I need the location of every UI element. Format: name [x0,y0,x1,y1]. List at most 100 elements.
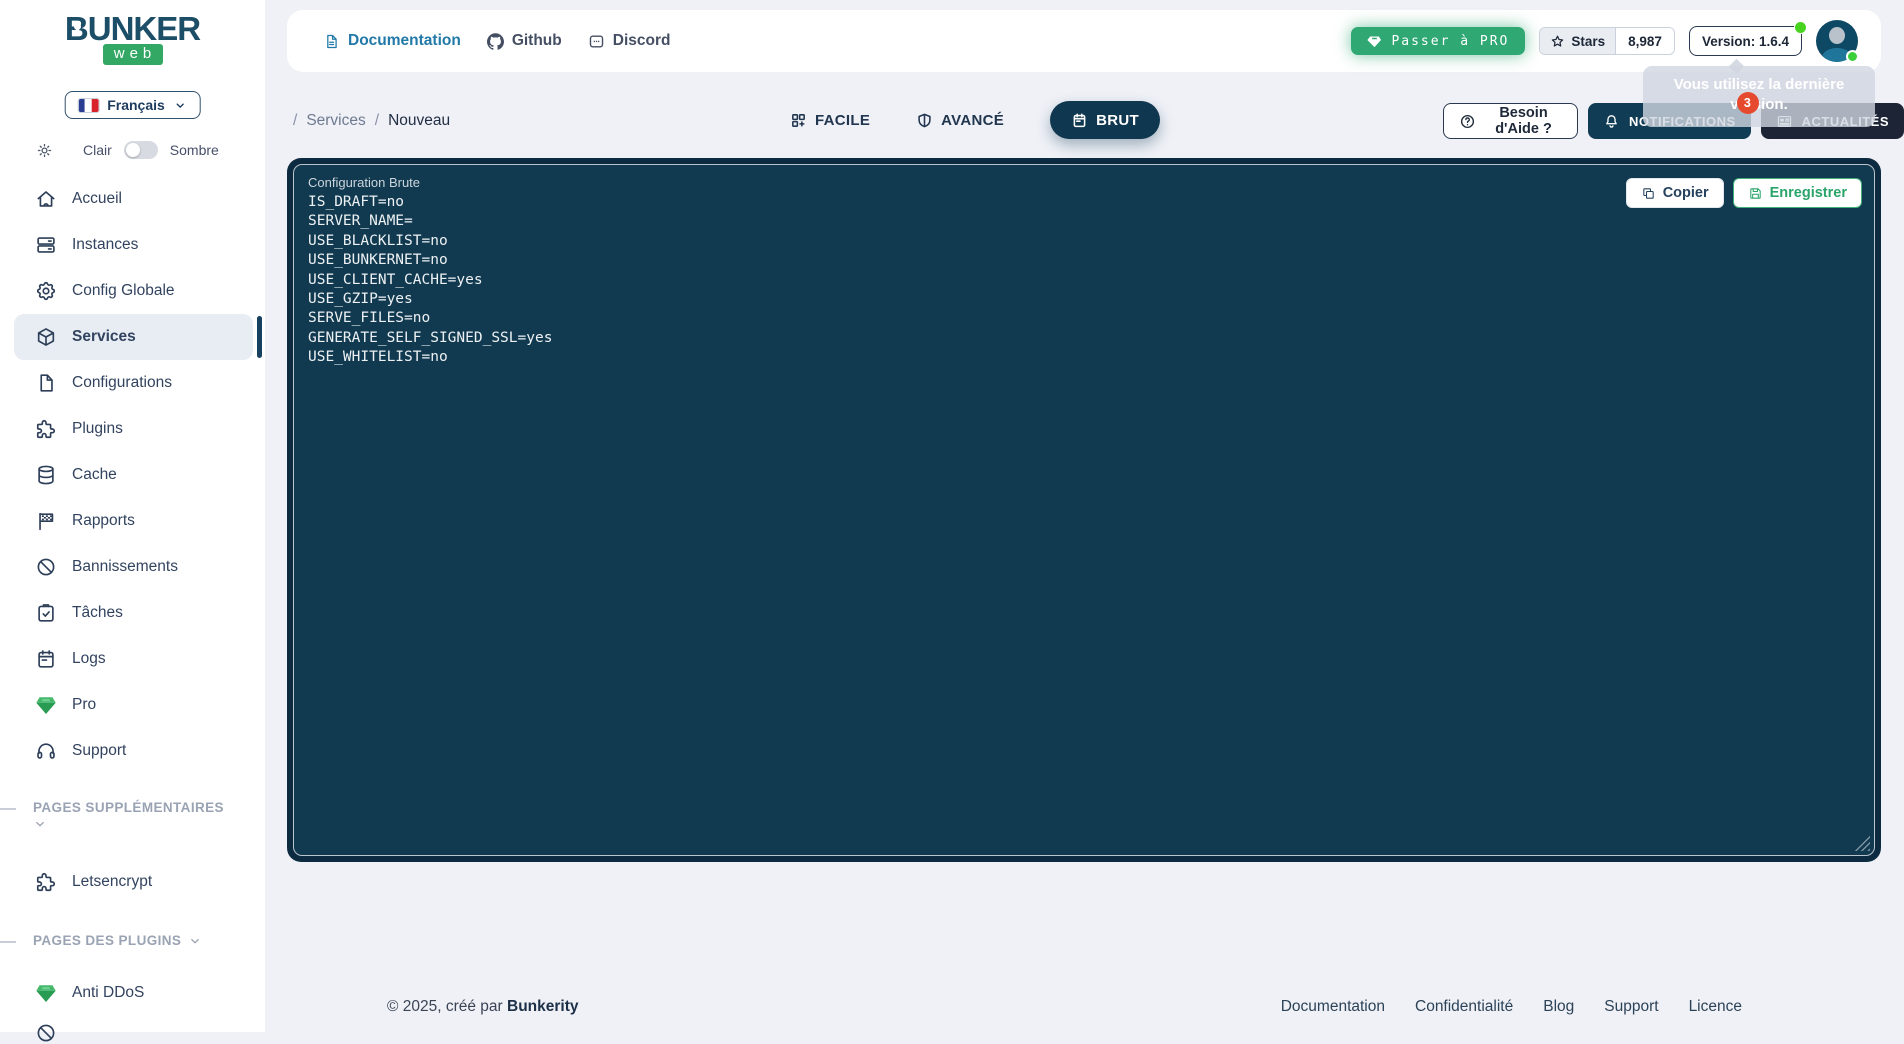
config-textarea[interactable]: Configuration Brute IS_DRAFT=noSERVER_NA… [293,164,1875,856]
footer-copyright: © 2025, créé par Bunkerity [387,998,579,1016]
help-button[interactable]: Besoin d'Aide ? [1443,103,1578,139]
plugin-pages-nav: Anti DDoS [0,970,265,1016]
diamond-icon [35,982,57,1004]
sidebar-item-support[interactable]: Support [14,728,253,774]
stars-count: 8,987 [1616,28,1674,54]
version-tooltip: Vous utilisez la dernière version. [1643,66,1875,127]
sidebar-nav: Accueil Instances Config Globale Service… [0,176,265,774]
sidebar-item-configurations[interactable]: Configurations [14,360,253,406]
sidebar-item-instances[interactable]: Instances [14,222,253,268]
notifications-badge: 3 [1737,92,1759,114]
app-logo[interactable]: BUNKER web [0,12,265,65]
upgrade-pro-button[interactable]: Passer à PRO [1351,27,1525,55]
grid-plus-icon [790,112,807,129]
home-icon [35,188,57,210]
shield-icon [916,112,933,129]
sidebar-item-logs[interactable]: Logs [14,636,253,682]
resize-handle[interactable] [1854,835,1870,851]
sidebar-item-rapports[interactable]: Rapports [14,498,253,544]
chevron-down-icon [188,934,202,948]
mode-avance-button[interactable]: AVANCÉ [916,112,1004,129]
online-status-dot [1846,50,1859,63]
config-code: IS_DRAFT=noSERVER_NAME=USE_BLACKLIST=noU… [308,193,1860,368]
mode-brut-button[interactable]: BRUT [1050,101,1160,139]
sidebar-item-config-globale[interactable]: Config Globale [14,268,253,314]
clipboard-icon [1071,112,1088,129]
french-flag-icon [78,99,98,112]
sidebar-item-accueil[interactable]: Accueil [14,176,253,222]
sidebar-item-cache[interactable]: Cache [14,452,253,498]
github-icon [487,33,504,50]
external-links: Documentation Github Discord [323,32,670,50]
breadcrumb-separator: / [375,112,379,130]
chevron-down-icon [33,817,47,831]
breadcrumb-services[interactable]: Services [306,112,365,130]
star-icon [1550,34,1565,49]
section-divider [0,808,16,810]
diamond-icon [35,694,57,716]
theme-toggle[interactable] [124,141,158,159]
sidebar-item-anti-ddos[interactable]: Anti DDoS [14,970,253,1016]
headset-icon [35,740,57,762]
sidebar-item-pro[interactable]: Pro [14,682,253,728]
gear-icon [35,280,57,302]
footer-link-documentation[interactable]: Documentation [1281,998,1385,1016]
user-avatar[interactable] [1816,20,1858,62]
documentation-link[interactable]: Documentation [323,32,461,50]
sidebar-item-bannissements[interactable]: Bannissements [14,544,253,590]
sidebar-item-taches[interactable]: Tâches [14,590,253,636]
version-button[interactable]: Version: 1.6.4 [1689,26,1802,56]
mode-switcher: FACILE AVANCÉ BRUT [790,101,1160,139]
logo-bunker-text: BUNKER [65,12,200,47]
sun-icon [36,142,53,159]
footer-link-support[interactable]: Support [1604,998,1658,1016]
diamond-icon [1367,34,1382,49]
database-icon [35,464,57,486]
update-status-dot [1794,21,1807,34]
breadcrumb-separator: / [293,112,297,130]
bunkerity-link[interactable]: Bunkerity [507,998,579,1015]
cube-icon [35,326,57,348]
github-link[interactable]: Github [487,32,562,50]
puzzle-icon [35,418,57,440]
discord-icon [588,33,605,50]
stars-label: Stars [1540,28,1616,54]
header-right-group: Passer à PRO Stars 8,987 Version: 1.6.4 [1351,20,1858,62]
keyhole-icon [74,23,81,30]
github-stars-widget[interactable]: Stars 8,987 [1539,27,1675,55]
sidebar-item-letsencrypt[interactable]: Letsencrypt [14,859,253,905]
section-pages-des-plugins: PAGES DES PLUGINS [0,933,265,948]
mode-facile-button[interactable]: FACILE [790,112,870,129]
puzzle-icon [35,871,57,893]
file-icon [35,372,57,394]
breadcrumb: / Services / Nouveau [293,112,450,130]
calendar-icon [35,648,57,670]
clipboard-check-icon [35,602,57,624]
editor-buttons: Copier Enregistrer [1626,178,1862,208]
save-button[interactable]: Enregistrer [1733,178,1862,208]
raw-config-editor: Configuration Brute IS_DRAFT=noSERVER_NA… [287,158,1881,862]
copy-button[interactable]: Copier [1626,178,1724,208]
top-header: Documentation Github Discord Passer à PR… [287,10,1881,72]
section-pages-supplementaires: PAGES SUPPLÉMENTAIRES [0,800,265,831]
sidebar-item-plugins[interactable]: Plugins [14,406,253,452]
language-label: Français [107,97,165,113]
bell-icon [1603,113,1620,130]
sidebar: BUNKER web Français Clair Sombre Accueil… [0,0,265,1032]
theme-light-label: Clair [83,142,112,158]
section-title-pages-des-plugins[interactable]: PAGES DES PLUGINS [33,933,239,948]
language-selector[interactable]: Français [64,91,201,119]
sidebar-item-services[interactable]: Services [14,314,253,360]
section-title-pages-supplementaires[interactable]: PAGES SUPPLÉMENTAIRES [33,800,239,831]
footer-link-blog[interactable]: Blog [1543,998,1574,1016]
discord-link[interactable]: Discord [588,32,671,50]
theme-switcher: Clair Sombre [0,141,265,159]
footer-link-licence[interactable]: Licence [1689,998,1742,1016]
footer-link-confidentialite[interactable]: Confidentialité [1415,998,1513,1016]
file-text-icon [323,33,340,50]
servers-icon [35,234,57,256]
chevron-down-icon [174,99,187,112]
section-divider [0,941,16,943]
flag-icon [35,510,57,532]
save-icon [1748,186,1763,201]
